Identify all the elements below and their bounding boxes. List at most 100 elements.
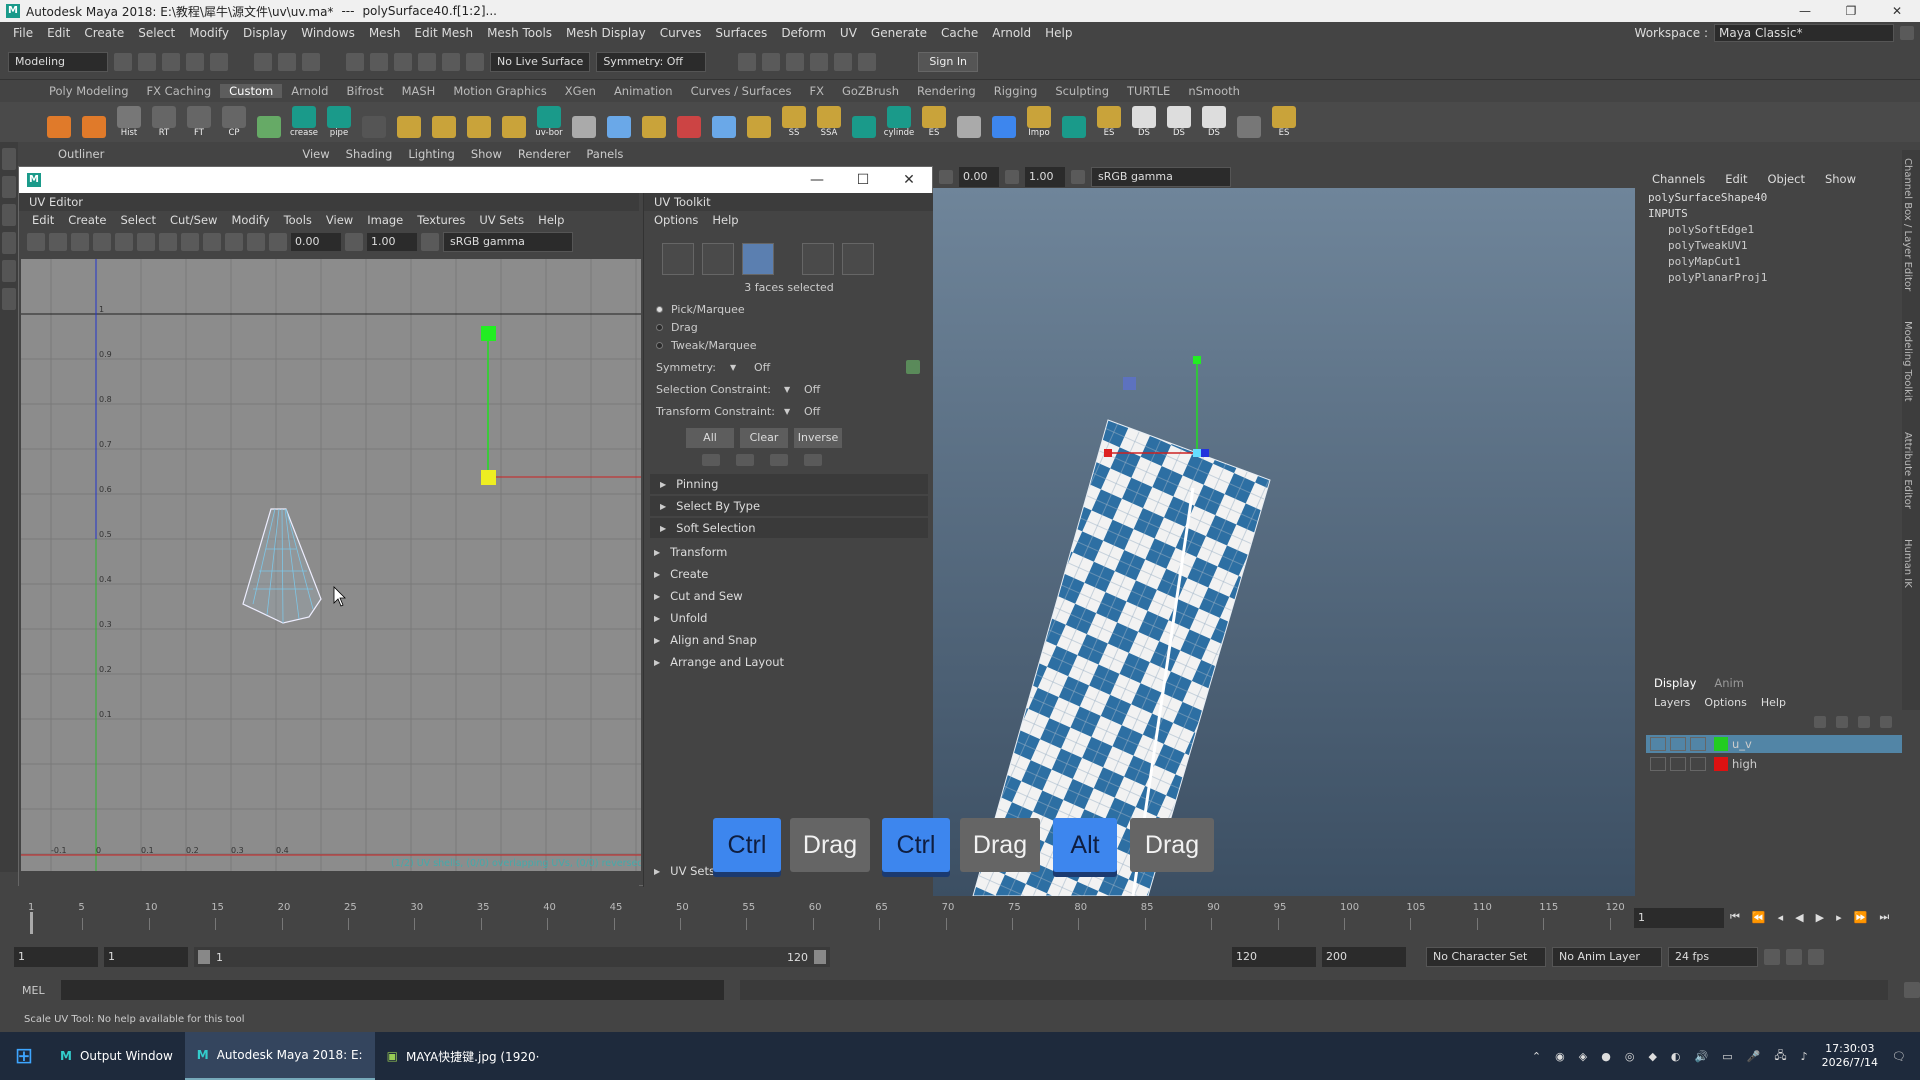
gamma-icon[interactable] <box>1005 170 1019 184</box>
panel-menu-shading[interactable]: Shading <box>346 147 393 161</box>
toolkit-menu-help[interactable]: Help <box>712 213 738 227</box>
start-time-field[interactable]: 1 <box>14 947 98 967</box>
snap-surface-icon[interactable] <box>442 52 460 71</box>
tray-app-icon[interactable]: ◎ <box>1625 1050 1635 1063</box>
filter-icon[interactable] <box>247 233 265 251</box>
grow-selection-icon[interactable] <box>702 454 720 466</box>
hypershade-icon[interactable] <box>834 52 853 71</box>
shelf-button[interactable]: cylinde <box>884 106 914 138</box>
shelf-tab-xgen[interactable]: XGen <box>556 84 605 98</box>
shelf-button[interactable] <box>464 106 494 138</box>
isolate-icon[interactable] <box>225 233 243 251</box>
uv-window-titlebar[interactable]: M — ☐ ✕ <box>19 167 932 193</box>
uv-grid-toggle-icon[interactable] <box>137 233 155 251</box>
render-icon[interactable] <box>738 52 757 71</box>
shelf-button[interactable]: RT <box>149 106 179 138</box>
shelf-button[interactable]: FT <box>184 106 214 138</box>
transform-constraint-value[interactable]: Off <box>804 405 820 418</box>
anim-layer-select[interactable]: No Anim Layer <box>1552 947 1662 967</box>
tool-radio-tweak-marquee[interactable]: Tweak/Marquee <box>644 336 934 354</box>
section-select-by-type[interactable]: Select By Type <box>650 496 928 516</box>
layer-color-swatch[interactable] <box>1714 757 1728 771</box>
display-type-toggle[interactable] <box>1690 757 1706 771</box>
camera-icon[interactable] <box>181 233 199 251</box>
tray-app-icon[interactable]: ◐ <box>1671 1050 1681 1063</box>
viewport-gamma-field[interactable]: 1.00 <box>1025 167 1065 187</box>
panel-menu-lighting[interactable]: Lighting <box>408 147 454 161</box>
section-pinning[interactable]: Pinning <box>650 474 928 494</box>
shelf-tab-animation[interactable]: Animation <box>605 84 682 98</box>
menu-edit-mesh[interactable]: Edit Mesh <box>407 26 480 40</box>
menu-uv[interactable]: UV <box>833 26 864 40</box>
gamma-field[interactable]: 1.00 <box>367 233 417 251</box>
uv-menu-image[interactable]: Image <box>360 213 410 227</box>
display-type-toggle[interactable] <box>1690 737 1706 751</box>
uv-face-mode-icon[interactable] <box>742 243 774 275</box>
shelf-tab-nsmooth[interactable]: nSmooth <box>1179 84 1249 98</box>
shelf-tab-rendering[interactable]: Rendering <box>908 84 985 98</box>
playback-toggle[interactable] <box>1670 757 1686 771</box>
maximize-icon[interactable]: ❐ <box>1828 4 1874 18</box>
uv-pixel-snap-icon[interactable] <box>159 233 177 251</box>
uv-menu-textures[interactable]: Textures <box>410 213 472 227</box>
go-to-start-icon[interactable]: ⏮ <box>1730 910 1740 924</box>
shelf-button[interactable] <box>744 106 774 138</box>
symmetry-options-icon[interactable] <box>906 360 920 374</box>
uv-menu-select[interactable]: Select <box>114 213 163 227</box>
character-set-select[interactable]: No Character Set <box>1426 947 1546 967</box>
shelf-tab-curves-surfaces[interactable]: Curves / Surfaces <box>682 84 801 98</box>
snap-view-icon[interactable] <box>418 52 436 71</box>
shelf-tab-bifrost[interactable]: Bifrost <box>337 84 392 98</box>
menu-file[interactable]: File <box>6 26 40 40</box>
shelf-button[interactable]: DS <box>1164 106 1194 138</box>
move-center-handle[interactable] <box>1193 449 1201 457</box>
gamma-icon[interactable] <box>345 233 363 251</box>
move-y-handle[interactable] <box>1193 356 1201 364</box>
shelf-button[interactable] <box>954 106 984 138</box>
channel-menu-show[interactable]: Show <box>1825 172 1856 186</box>
section-transform[interactable]: Transform <box>650 542 928 562</box>
pause-icon[interactable] <box>858 52 877 71</box>
shelf-button[interactable]: Hist <box>114 106 144 138</box>
speaker-icon[interactable]: ♪ <box>1801 1050 1808 1063</box>
shelf-tab-arnold[interactable]: Arnold <box>282 84 337 98</box>
section-align-and-snap[interactable]: Align and Snap <box>650 630 928 650</box>
selection-constraint-value[interactable]: Off <box>804 383 820 396</box>
side-tab[interactable]: Attribute Editor <box>1902 432 1913 509</box>
input-node[interactable]: polyTweakUV1 <box>1640 238 1920 254</box>
channel-menu-edit[interactable]: Edit <box>1725 172 1747 186</box>
uv-menu-uv-sets[interactable]: UV Sets <box>472 213 531 227</box>
uv-border-icon[interactable] <box>115 233 133 251</box>
exposure-icon[interactable] <box>939 170 953 184</box>
menu-curves[interactable]: Curves <box>653 26 709 40</box>
shelf-button[interactable] <box>1234 106 1264 138</box>
channel-menu-channels[interactable]: Channels <box>1652 172 1705 186</box>
menu-select[interactable]: Select <box>131 26 182 40</box>
uv-shell-mode-icon[interactable] <box>662 243 694 275</box>
open-scene-icon[interactable] <box>138 52 156 71</box>
range-end-handle[interactable] <box>814 950 826 964</box>
scale-v-handle[interactable] <box>481 326 496 341</box>
notifications-icon[interactable]: 🗨 <box>1892 1050 1906 1063</box>
taskbar-app[interactable]: ▣ MAYA快捷键.jpg (1920· <box>375 1032 552 1080</box>
visibility-toggle[interactable] <box>1650 757 1666 771</box>
new-layer-selected-icon[interactable] <box>1880 716 1892 728</box>
shrink-selection-icon[interactable] <box>736 454 754 466</box>
new-scene-icon[interactable] <box>114 52 132 71</box>
refresh-icon[interactable] <box>203 233 221 251</box>
playback-start-field[interactable]: 1 <box>104 947 188 967</box>
shelf-tab-gozbrush[interactable]: GoZBrush <box>833 84 908 98</box>
exposure-icon[interactable] <box>269 233 287 251</box>
menu-mesh[interactable]: Mesh <box>362 26 408 40</box>
colorspace-icon[interactable] <box>421 233 439 251</box>
playback-toggle[interactable] <box>1670 737 1686 751</box>
section-cut-and-sew[interactable]: Cut and Sew <box>650 586 928 606</box>
go-to-end-icon[interactable]: ⏭ <box>1879 910 1889 924</box>
save-scene-icon[interactable] <box>162 52 180 71</box>
minimize-icon[interactable]: — <box>1782 4 1828 18</box>
tray-app-icon[interactable]: ◈ <box>1579 1050 1587 1063</box>
uv-menu-modify[interactable]: Modify <box>224 213 276 227</box>
chevron-down-icon[interactable]: ▼ <box>784 407 804 416</box>
shelf-button[interactable] <box>44 106 74 138</box>
menu-mesh-display[interactable]: Mesh Display <box>559 26 653 40</box>
